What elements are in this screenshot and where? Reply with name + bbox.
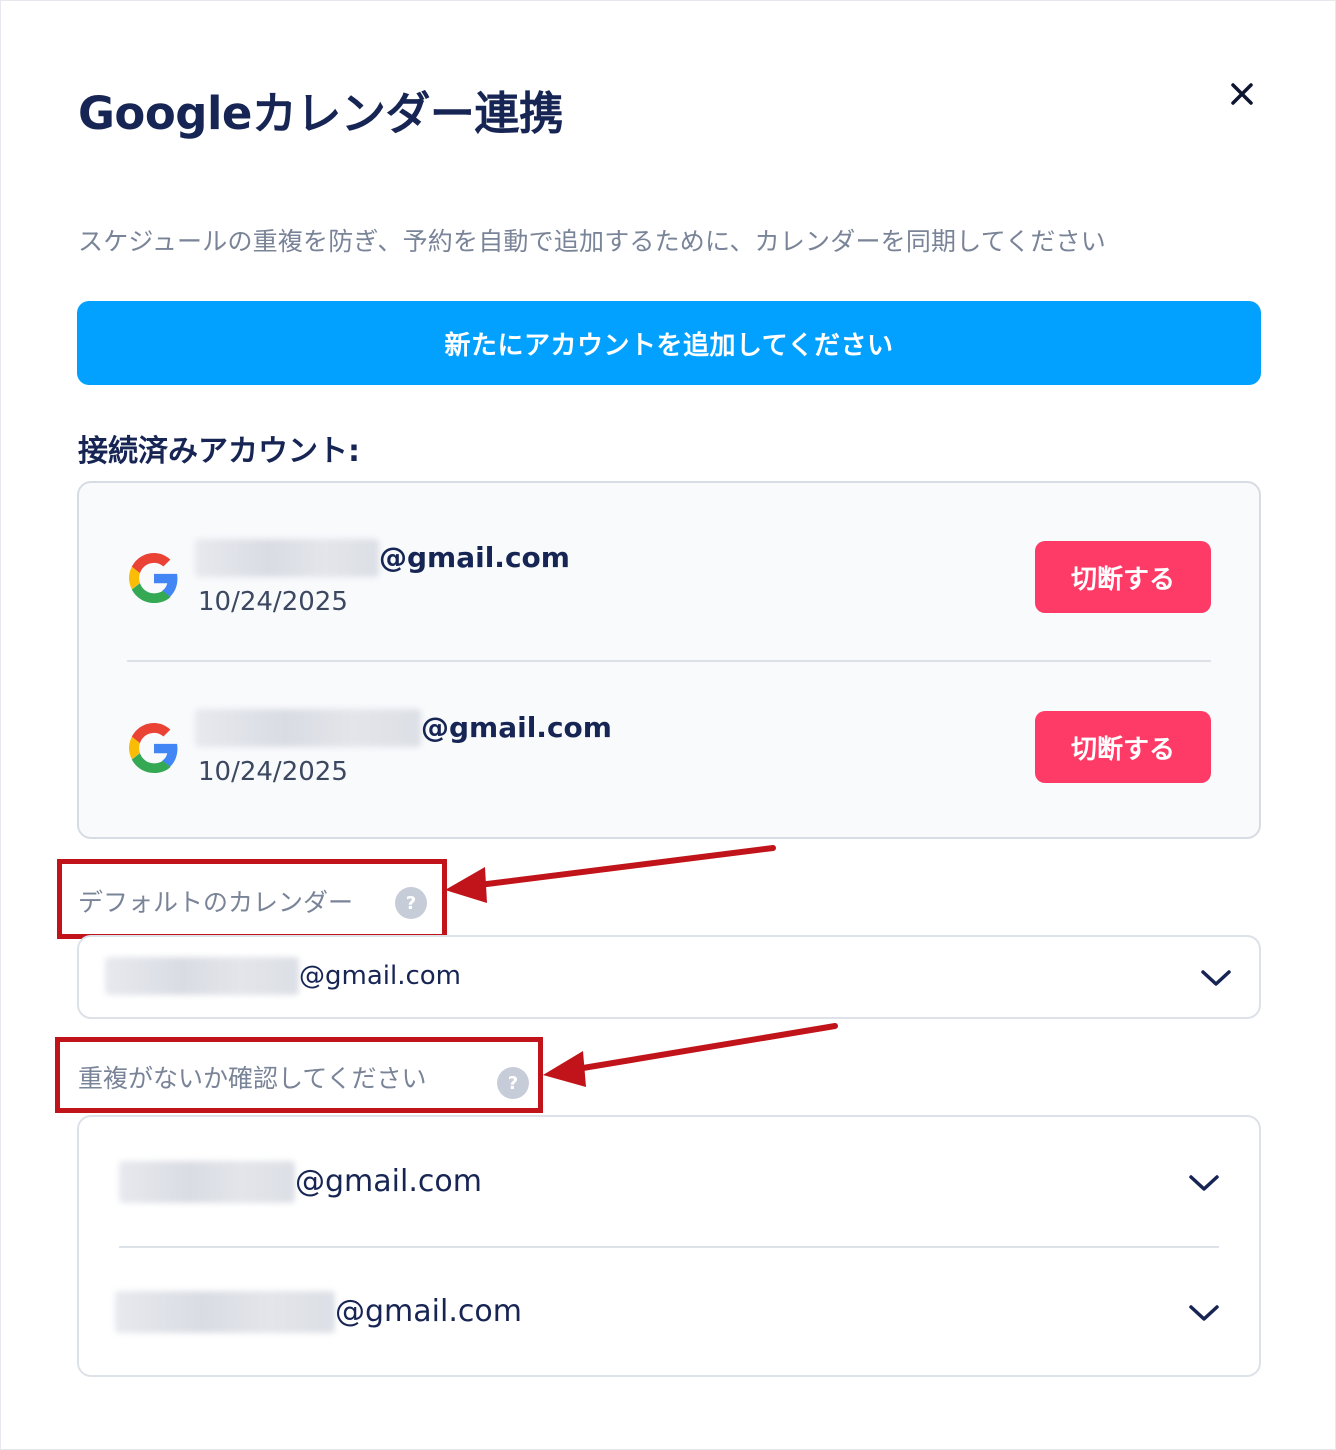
chevron-down-icon xyxy=(1189,1175,1219,1191)
account-row: @gmail.com 10/24/2025 切断する xyxy=(79,491,1259,661)
default-calendar-select[interactable]: @gmail.com xyxy=(77,935,1261,1019)
chevron-down-icon xyxy=(1189,1305,1219,1321)
disconnect-button[interactable]: 切断する xyxy=(1035,711,1211,783)
disconnect-button[interactable]: 切断する xyxy=(1035,541,1211,613)
redacted-email xyxy=(119,1161,295,1203)
add-account-button[interactable]: 新たにアカウントを追加してください xyxy=(77,301,1261,385)
close-button[interactable] xyxy=(1223,75,1261,113)
annotation-arrow xyxy=(543,1023,838,1087)
close-icon xyxy=(1231,83,1253,105)
account-date: 10/24/2025 xyxy=(198,757,348,787)
overlap-calendar-email: @gmail.com xyxy=(335,1294,522,1329)
annotation-arrow xyxy=(445,845,776,903)
google-logo-icon xyxy=(129,553,178,603)
account-email: @gmail.com xyxy=(379,541,570,574)
redacted-email xyxy=(195,539,379,577)
account-row: @gmail.com 10/24/2025 切断する xyxy=(79,661,1259,831)
overlap-calendar-row[interactable]: @gmail.com xyxy=(79,1247,1259,1377)
chevron-down-icon xyxy=(1201,970,1231,986)
redacted-email xyxy=(115,1291,335,1333)
redacted-email xyxy=(195,709,421,747)
help-circle-icon[interactable]: ? xyxy=(395,887,427,919)
account-date: 10/24/2025 xyxy=(198,587,348,617)
connected-accounts-heading: 接続済みアカウント: xyxy=(78,434,360,469)
overlap-check-label: 重複がないか確認してください xyxy=(78,1064,427,1093)
modal-title: Googleカレンダー連携 xyxy=(78,87,564,140)
overlap-calendar-email: @gmail.com xyxy=(295,1164,482,1199)
help-circle-icon[interactable]: ? xyxy=(497,1067,529,1099)
redacted-email xyxy=(105,957,299,995)
default-calendar-label: デフォルトのカレンダー xyxy=(78,888,354,917)
overlap-calendars-list: @gmail.com @gmail.com xyxy=(77,1115,1261,1377)
modal-subtitle: スケジュールの重複を防ぎ、予約を自動で追加するために、カレンダーを同期してくださ… xyxy=(78,227,1106,256)
overlap-calendar-row[interactable]: @gmail.com xyxy=(79,1117,1259,1248)
selected-calendar-email: @gmail.com xyxy=(299,961,462,991)
connected-accounts-list: @gmail.com 10/24/2025 切断する @gmail.com 10… xyxy=(77,481,1261,839)
google-logo-icon xyxy=(129,723,178,773)
calendar-sync-modal: Googleカレンダー連携 スケジュールの重複を防ぎ、予約を自動で追加するために… xyxy=(0,0,1336,1450)
account-email: @gmail.com xyxy=(421,711,612,744)
